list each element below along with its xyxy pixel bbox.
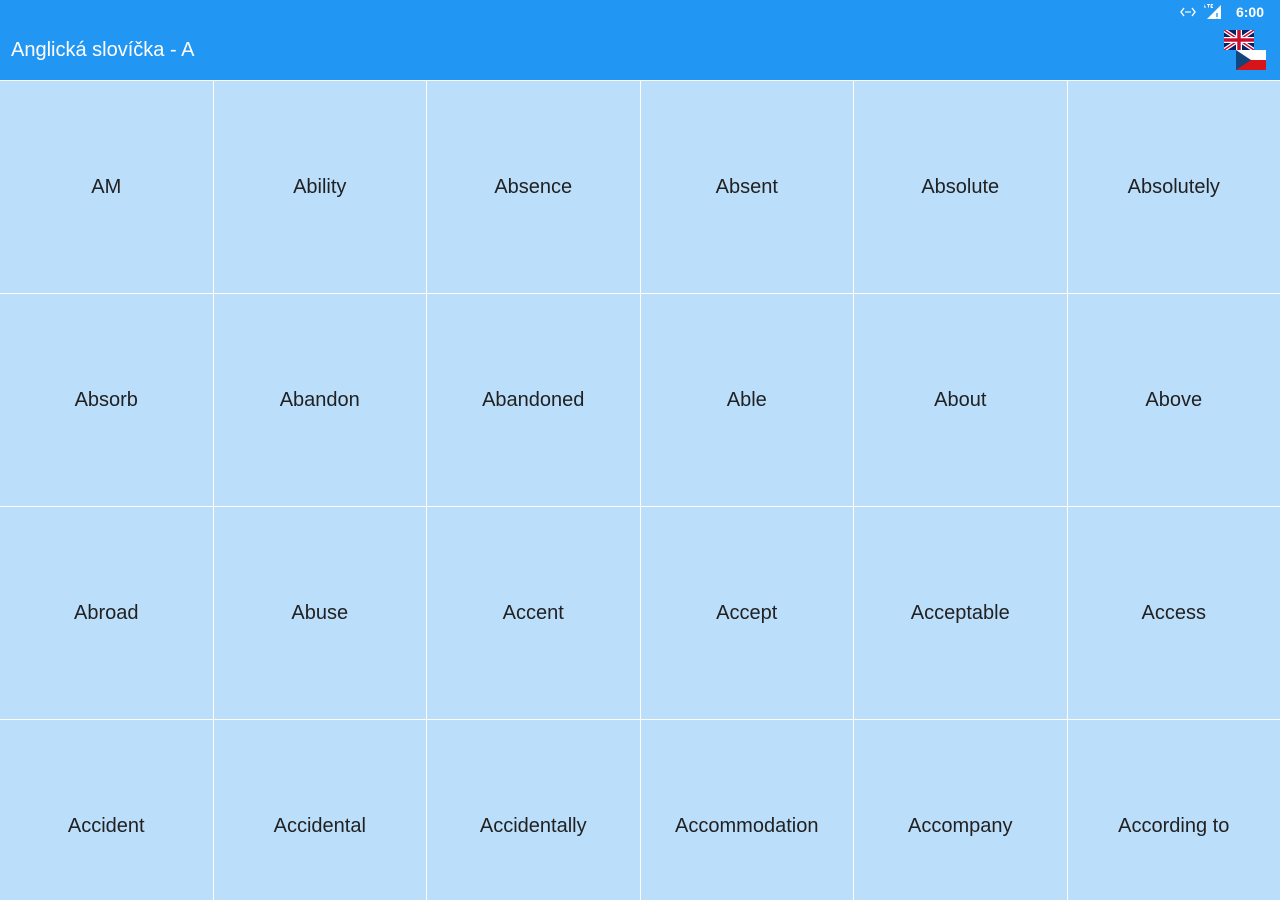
word-label: Accept — [716, 601, 778, 624]
word-label: Accidental — [273, 814, 366, 837]
language-toggle-button[interactable] — [1224, 30, 1268, 74]
word-tile[interactable]: Accommodation — [640, 720, 853, 900]
word-tile[interactable]: Accent — [427, 507, 640, 719]
word-tile[interactable]: Absence — [427, 81, 640, 293]
status-bar-right: 6:00 — [1180, 0, 1264, 24]
word-grid: AM Ability Absence Absent Absolute Absolutely… — [0, 81, 1280, 900]
app-bar: Anglická slovíčka - A — [0, 24, 1280, 80]
word-label: AM — [91, 175, 122, 198]
word-tile[interactable]: Absent — [640, 81, 853, 293]
word-tile[interactable]: Accidental — [213, 720, 426, 900]
status-bar: 6:00 — [0, 0, 1280, 24]
word-label: Absolute — [921, 175, 1000, 198]
word-label: Accent — [502, 601, 564, 624]
czech-flag-icon — [1236, 50, 1266, 70]
word-tile[interactable]: Able — [640, 294, 853, 506]
app-window: 6:00 Anglická slovíčka - A AM Ability Abse… — [0, 0, 1280, 900]
word-label: Accident — [67, 814, 145, 837]
word-tile[interactable]: Acceptable — [854, 507, 1067, 719]
word-tile[interactable]: About — [854, 294, 1067, 506]
data-transfer-icon — [1180, 0, 1196, 24]
word-tile[interactable]: Accompany — [854, 720, 1067, 900]
word-tile[interactable]: Abandoned — [427, 294, 640, 506]
word-label: Accommodation — [675, 814, 819, 837]
uk-flag-icon — [1224, 30, 1254, 50]
word-tile[interactable]: Ability — [213, 81, 426, 293]
word-tile[interactable]: Abuse — [213, 507, 426, 719]
word-label: Absorb — [74, 388, 138, 411]
word-label: Access — [1141, 601, 1206, 624]
word-tile[interactable]: Accept — [640, 507, 853, 719]
word-label: Absent — [715, 175, 778, 198]
word-label: Accompany — [908, 814, 1013, 837]
word-label: Able — [726, 388, 767, 411]
word-tile[interactable]: According to — [1067, 720, 1280, 900]
word-tile[interactable]: AM — [0, 81, 213, 293]
word-label: Absolutely — [1127, 175, 1220, 198]
word-label: Abroad — [74, 601, 139, 624]
lte-signal-icon — [1203, 0, 1222, 24]
word-label: Abandon — [279, 388, 360, 411]
word-label: Absence — [494, 175, 573, 198]
word-tile[interactable]: Abandon — [213, 294, 426, 506]
status-time: 6:00 — [1235, 4, 1264, 20]
page-title: Anglická slovíčka - A — [11, 39, 195, 61]
word-label: About — [934, 388, 987, 411]
word-label: According to — [1118, 814, 1230, 837]
word-tile[interactable]: Absorb — [0, 294, 213, 506]
word-tile[interactable]: Access — [1067, 507, 1280, 719]
word-tile[interactable]: Above — [1067, 294, 1280, 506]
word-tile[interactable]: Absolutely — [1067, 81, 1280, 293]
word-tile[interactable]: Accidentally — [427, 720, 640, 900]
word-tile[interactable]: Accident — [0, 720, 213, 900]
word-label: Abuse — [291, 601, 349, 624]
word-label: Acceptable — [910, 601, 1010, 624]
word-label: Accidentally — [479, 814, 587, 837]
word-tile[interactable]: Abroad — [0, 507, 213, 719]
word-label: Ability — [293, 175, 347, 198]
word-tile[interactable]: Absolute — [854, 81, 1067, 293]
word-label: Abandoned — [482, 388, 585, 411]
word-label: Above — [1145, 388, 1203, 411]
